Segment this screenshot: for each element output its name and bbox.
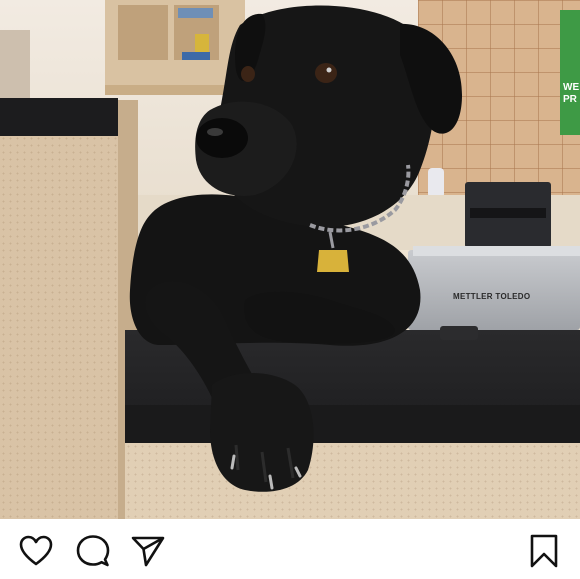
dog-eye-right (315, 63, 337, 83)
dog-eye-left (241, 66, 255, 82)
instagram-post: WE PR METTLER TOLEDO (0, 0, 580, 579)
post-photo[interactable]: WE PR METTLER TOLEDO (0, 0, 580, 519)
black-dog-illustration (129, 5, 462, 492)
dog-nose-highlight (207, 128, 223, 136)
dog-id-tag (317, 250, 349, 272)
dog-eye-shine (326, 67, 332, 73)
heart-icon (19, 535, 53, 566)
bookmark-icon (530, 534, 558, 568)
dog-nose (196, 118, 248, 158)
share-button[interactable] (131, 534, 165, 568)
comment-button[interactable] (76, 534, 110, 568)
send-icon (131, 536, 165, 567)
comment-icon (76, 535, 110, 567)
like-button[interactable] (19, 534, 53, 568)
save-button[interactable] (527, 534, 561, 568)
